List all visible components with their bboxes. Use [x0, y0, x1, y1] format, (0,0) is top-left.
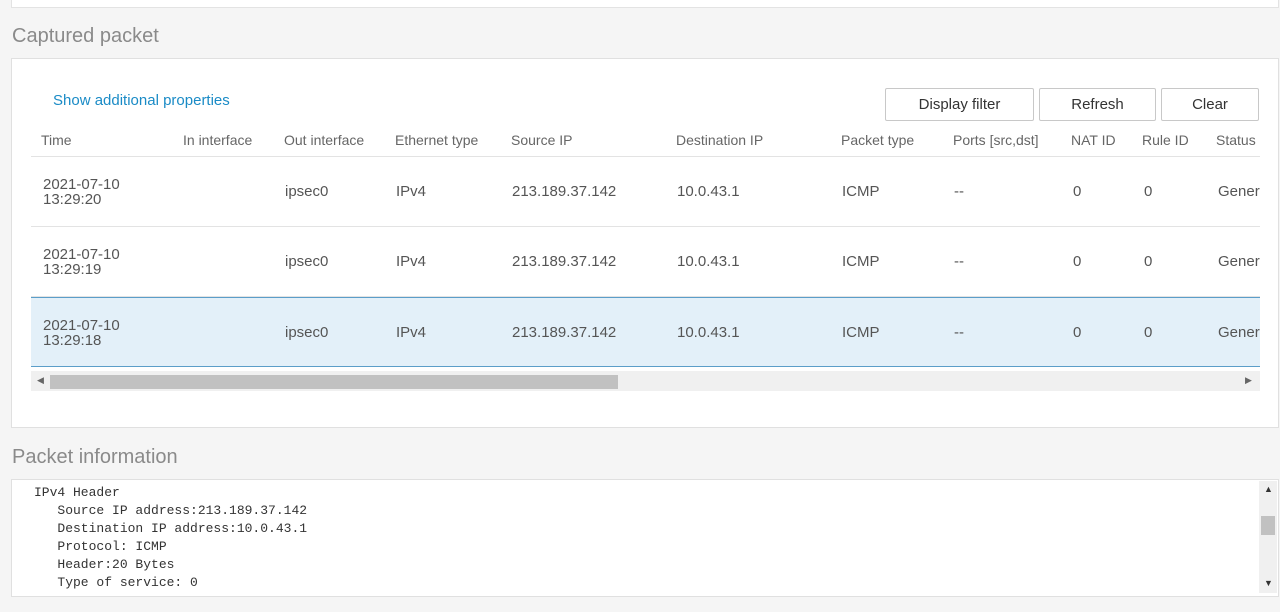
- cell-nat-id: 0: [1073, 253, 1082, 270]
- cell-time: 2021-07-10 13:29:19: [43, 246, 120, 278]
- refresh-button[interactable]: Refresh: [1039, 88, 1156, 121]
- info-line: Destination IP address:10.0.43.1: [34, 521, 308, 536]
- cell-out-interface: ipsec0: [285, 324, 329, 341]
- col-header-ethernet-type[interactable]: Ethernet type: [395, 132, 478, 148]
- cell-time: 2021-07-10 13:29:18: [43, 317, 120, 349]
- col-header-source-ip[interactable]: Source IP: [511, 132, 572, 148]
- scrollbar-thumb[interactable]: [50, 375, 618, 389]
- info-vertical-scrollbar[interactable]: ▲ ▼: [1259, 481, 1277, 593]
- cell-packet-type: ICMP: [842, 324, 880, 341]
- col-header-rule-id[interactable]: Rule ID: [1142, 132, 1189, 148]
- col-header-time[interactable]: Time: [41, 132, 72, 148]
- table-row[interactable]: 2021-07-10 13:29:19 ipsec0 IPv4 213.189.3…: [31, 227, 1260, 297]
- cell-ports: --: [954, 324, 964, 341]
- cell-status: Genera: [1218, 324, 1260, 341]
- cell-nat-id: 0: [1073, 324, 1082, 341]
- cell-source-ip: 213.189.37.142: [512, 183, 617, 200]
- table-row[interactable]: 2021-07-10 13:29:20 ipsec0 IPv4 213.189.3…: [31, 157, 1260, 227]
- cell-rule-id: 0: [1144, 324, 1153, 341]
- col-header-packet-type[interactable]: Packet type: [841, 132, 914, 148]
- cell-destination-ip: 10.0.43.1: [677, 253, 740, 270]
- cell-nat-id: 0: [1073, 183, 1082, 200]
- triangle-right-icon[interactable]: ▶: [1245, 375, 1252, 386]
- cell-source-ip: 213.189.37.142: [512, 324, 617, 341]
- triangle-down-icon[interactable]: ▼: [1264, 578, 1273, 588]
- captured-packet-title: Captured packet: [12, 25, 159, 47]
- cell-status: Genera: [1218, 253, 1260, 270]
- cell-source-ip: 213.189.37.142: [512, 253, 617, 270]
- cell-rule-id: 0: [1144, 253, 1153, 270]
- scrollbar-thumb[interactable]: [1261, 516, 1275, 535]
- cell-rule-id: 0: [1144, 183, 1153, 200]
- display-filter-button[interactable]: Display filter: [885, 88, 1034, 121]
- show-additional-properties-link[interactable]: Show additional properties: [53, 92, 230, 109]
- triangle-left-icon[interactable]: ◀: [37, 375, 44, 386]
- cell-time: 2021-07-10 13:29:20: [43, 176, 120, 208]
- cell-out-interface: ipsec0: [285, 183, 329, 200]
- clear-button[interactable]: Clear: [1161, 88, 1259, 121]
- table-row-selected[interactable]: 2021-07-10 13:29:18 ipsec0 IPv4 213.189.3…: [31, 297, 1260, 367]
- info-line: Header:20 Bytes: [34, 557, 175, 572]
- cell-ports: --: [954, 253, 964, 270]
- info-line: Type of service: 0: [34, 575, 198, 590]
- previous-panel-edge: [11, 0, 1279, 8]
- cell-destination-ip: 10.0.43.1: [677, 324, 740, 341]
- col-header-destination-ip[interactable]: Destination IP: [676, 132, 763, 148]
- info-line: Source IP address:213.189.37.142: [34, 503, 308, 518]
- triangle-up-icon[interactable]: ▲: [1264, 484, 1273, 494]
- col-header-ports[interactable]: Ports [src,dst]: [953, 132, 1039, 148]
- col-header-status[interactable]: Status: [1216, 132, 1256, 148]
- cell-out-interface: ipsec0: [285, 253, 329, 270]
- cell-packet-type: ICMP: [842, 183, 880, 200]
- cell-packet-type: ICMP: [842, 253, 880, 270]
- info-line: Protocol: ICMP: [34, 539, 167, 554]
- packet-information-title: Packet information: [12, 446, 178, 468]
- col-header-in-interface[interactable]: In interface: [183, 132, 252, 148]
- cell-ethernet-type: IPv4: [396, 324, 427, 341]
- cell-status: Genera: [1218, 183, 1260, 200]
- cell-ethernet-type: IPv4: [396, 253, 427, 270]
- info-line: IPv4 Header: [34, 485, 120, 500]
- cell-ethernet-type: IPv4: [396, 183, 427, 200]
- col-header-nat-id[interactable]: NAT ID: [1071, 132, 1116, 148]
- cell-destination-ip: 10.0.43.1: [677, 183, 740, 200]
- packet-information-panel: [11, 479, 1279, 597]
- table-horizontal-scrollbar[interactable]: ◀ ▶: [31, 371, 1260, 391]
- cell-ports: --: [954, 183, 964, 200]
- col-header-out-interface[interactable]: Out interface: [284, 132, 364, 148]
